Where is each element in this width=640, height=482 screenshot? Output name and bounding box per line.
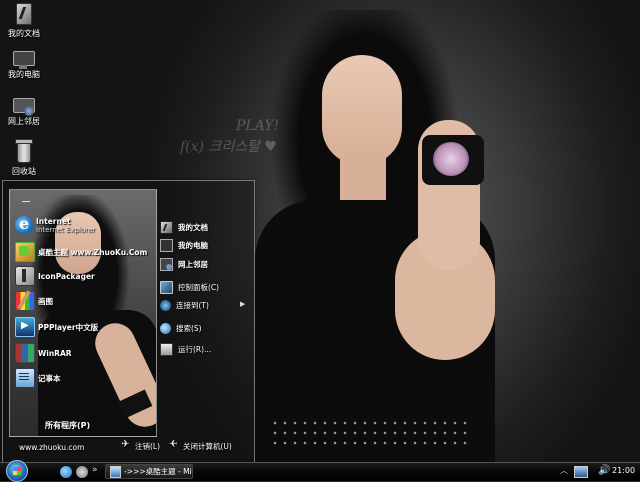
submenu-arrow-icon: ▶ (240, 300, 246, 308)
desktop-icon-label: 我的电脑 (8, 70, 40, 79)
winrar-icon (15, 343, 35, 363)
desktop-icon-label: 网上邻居 (8, 117, 40, 126)
computer-icon (160, 239, 173, 252)
program-iconpackager[interactable]: IconPackager (15, 266, 95, 286)
network-icon (160, 258, 173, 271)
theme-icon (15, 242, 35, 262)
program-subtitle: Internet Explorer (36, 225, 96, 234)
program-label: Internet Internet Explorer (36, 217, 95, 234)
program-title: 记事本 (38, 373, 61, 383)
taskbar-window-label: ->>>桌酷主题 - Mi... (124, 467, 192, 476)
program-internet-explorer[interactable]: Internet Internet Explorer (15, 214, 95, 234)
desktop-icon-label: 回收站 (12, 167, 36, 176)
iconpackager-icon (15, 266, 35, 286)
network-status-icon[interactable] (574, 466, 588, 478)
place-label: 网上邻居 (178, 260, 208, 269)
place-label: 连接到(T) (176, 301, 209, 310)
quicklaunch-internet-explorer-icon[interactable] (60, 466, 72, 478)
place-search[interactable]: 搜索(S) (160, 323, 202, 334)
start-menu: Internet Internet Explorer 桌酷主题 www.Zhuo… (2, 180, 255, 463)
computer-icon (13, 51, 35, 69)
shutdown-label: 关闭计算机(U) (183, 442, 232, 451)
wallpaper-text-signature: f(x) 크리스탈 ♥ (180, 139, 277, 155)
start-menu-footer: www.zhuoku.com 注销(L) 关闭计算机(U) (3, 439, 254, 459)
window-icon (110, 465, 122, 478)
internet-explorer-icon (15, 214, 33, 234)
place-label: 控制面板(C) (178, 283, 220, 292)
program-ppplayer[interactable]: PPPlayer中文版 (15, 317, 98, 337)
wallpaper-glove-emblem (433, 142, 469, 176)
shutdown-icon (169, 441, 180, 452)
program-title: PPPlayer中文版 (38, 322, 99, 332)
desktop-icon-my-computer[interactable]: 我的电脑 (2, 48, 46, 80)
footer-url: www.zhuoku.com (19, 443, 85, 452)
place-label: 我的文档 (178, 223, 208, 232)
desktop-icon-recycle-bin[interactable]: 回收站 (2, 139, 46, 177)
documents-icon (16, 3, 32, 25)
desktop-icon-network[interactable]: 网上邻居 (2, 95, 46, 127)
program-title: 画图 (38, 296, 53, 306)
quicklaunch-chevron-icon[interactable]: » (92, 465, 98, 475)
panel-divider (22, 201, 30, 202)
place-label: 我的电脑 (178, 241, 208, 250)
volume-icon[interactable]: 🔊 (598, 465, 610, 476)
place-label: 搜索(S) (176, 324, 202, 333)
recycle-bin-icon (15, 139, 33, 163)
program-zhuoku-theme[interactable]: 桌酷主题 www.ZhuoKu.Com (15, 242, 147, 262)
wallpaper-text-play: PLAY! (236, 118, 280, 134)
place-my-computer[interactable]: 我的电脑 (160, 239, 208, 252)
place-network[interactable]: 网上邻居 (160, 258, 208, 271)
program-notepad[interactable]: 记事本 (15, 368, 61, 388)
run-icon (160, 343, 173, 356)
taskbar: » ->>>桌酷主题 - Mi... ︿ 🔊 21:00 (0, 460, 640, 482)
program-paint[interactable]: 画图 (15, 291, 53, 311)
shutdown-button[interactable]: 关闭计算机(U) (169, 441, 232, 452)
logoff-icon (121, 439, 132, 452)
place-connect-to[interactable]: 连接到(T) ▶ (160, 300, 248, 311)
logoff-label: 注销(L) (135, 442, 161, 451)
place-control-panel[interactable]: 控制面板(C) (160, 281, 219, 294)
taskbar-window-button[interactable]: ->>>桌酷主题 - Mi... (105, 464, 193, 479)
place-label: 运行(R)... (178, 345, 212, 354)
program-title: 桌酷主题 www.ZhuoKu.Com (38, 247, 148, 257)
desktop-icon-my-documents[interactable]: 我的文档 (2, 3, 46, 39)
wallpaper-figure-face (322, 55, 402, 165)
connect-icon (160, 300, 171, 311)
desktop-icon-label: 我的文档 (8, 29, 40, 38)
place-my-documents[interactable]: 我的文档 (160, 221, 208, 234)
program-title: WinRAR (38, 348, 72, 358)
tray-expand-icon[interactable]: ︿ (560, 465, 568, 476)
paint-icon (15, 291, 35, 311)
quicklaunch-media-icon[interactable] (76, 466, 88, 478)
program-title: IconPackager (38, 271, 95, 281)
all-programs-button[interactable]: 所有程序(P) (45, 420, 90, 431)
place-run[interactable]: 运行(R)... (160, 343, 211, 356)
player-icon (15, 317, 35, 337)
start-button[interactable] (6, 460, 28, 482)
program-title: Internet (36, 216, 71, 226)
control-panel-icon (160, 281, 173, 294)
search-icon (160, 323, 171, 334)
clock[interactable]: 21:00 (612, 466, 635, 475)
program-winrar[interactable]: WinRAR (15, 343, 72, 363)
network-icon (13, 98, 35, 116)
notepad-icon (15, 368, 35, 388)
wallpaper-studs (270, 418, 470, 448)
documents-icon (160, 221, 173, 234)
logoff-button[interactable]: 注销(L) (121, 439, 161, 452)
